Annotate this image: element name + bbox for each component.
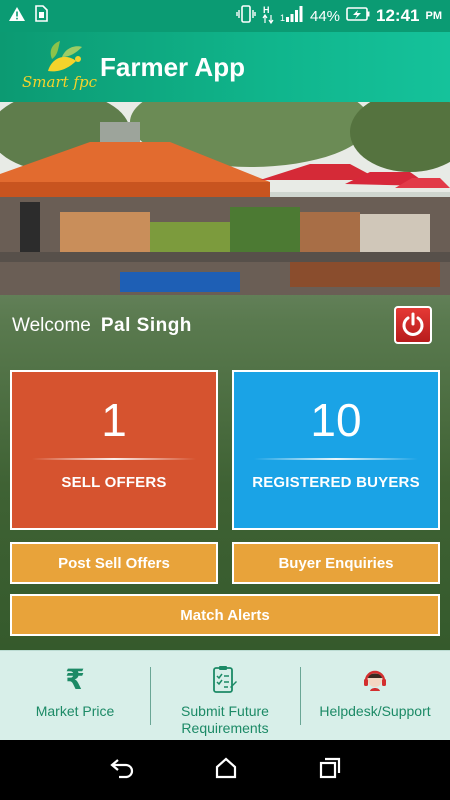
clock-ampm: PM <box>425 10 443 22</box>
sell-offers-card[interactable]: 1 SELL OFFERS <box>10 370 218 530</box>
dashboard-main: Welcome Pal Singh 1 SELL OFFERS 10 REGIS… <box>0 102 450 650</box>
power-icon <box>402 312 424 336</box>
clock-time: 12:41 <box>376 6 420 25</box>
market-hero-image <box>0 102 450 295</box>
recent-apps-icon[interactable] <box>317 757 341 784</box>
nav-submit-future-requirements[interactable]: Submit Future Requirements <box>150 651 300 740</box>
back-icon[interactable] <box>109 757 135 784</box>
data-transfer-icon: H <box>262 4 274 28</box>
app-logo: Smart fpc <box>22 37 97 97</box>
divider <box>254 458 418 460</box>
registered-buyers-count: 10 <box>310 394 362 446</box>
nav-helpdesk-support[interactable]: Helpdesk/Support <box>300 651 450 740</box>
app-title: Farmer App <box>100 51 245 82</box>
bottom-navigation: ₹ Market Price Submit Future Requirement… <box>0 650 450 740</box>
home-icon[interactable] <box>214 757 238 784</box>
nav-market-price-label: Market Price <box>35 703 115 719</box>
logout-button[interactable] <box>394 306 432 344</box>
battery-percent: 44% <box>309 7 341 25</box>
nav-submit-future-label-line1: Submit Future <box>181 703 269 719</box>
logo-text: Smart fpc <box>22 73 97 91</box>
sell-offers-count: 1 <box>101 394 127 446</box>
headset-support-icon <box>361 665 389 695</box>
rupee-icon: ₹ <box>65 664 85 695</box>
signal-icon: 1 <box>280 6 304 26</box>
buyer-enquiries-button[interactable]: Buyer Enquiries <box>232 542 440 584</box>
svg-text:1: 1 <box>280 13 285 22</box>
app-bar: Smart fpc Farmer App <box>0 32 450 102</box>
svg-text:H: H <box>263 5 270 15</box>
nav-submit-future-label-line2: Requirements <box>181 720 269 736</box>
welcome-row: Welcome Pal Singh <box>0 306 450 346</box>
sell-offers-label: SELL OFFERS <box>61 474 167 491</box>
welcome-label: Welcome <box>12 315 91 336</box>
registered-buyers-label: REGISTERED BUYERS <box>252 474 420 491</box>
registered-buyers-card[interactable]: 10 REGISTERED BUYERS <box>232 370 440 530</box>
match-alerts-button[interactable]: Match Alerts <box>10 594 440 636</box>
nav-market-price[interactable]: ₹ Market Price <box>0 651 150 740</box>
user-name: Pal Singh <box>100 315 192 336</box>
vibrate-icon <box>236 5 256 27</box>
status-bar: H 1 44% 12:41 PM <box>0 0 450 32</box>
nav-helpdesk-label: Helpdesk/Support <box>319 703 431 719</box>
divider <box>32 458 196 460</box>
post-sell-offers-button[interactable]: Post Sell Offers <box>10 542 218 584</box>
battery-charging-icon <box>346 7 370 25</box>
system-navigation-bar <box>0 740 450 800</box>
warning-icon <box>8 6 26 27</box>
checklist-icon <box>212 665 238 695</box>
sim-card-icon <box>34 5 48 27</box>
